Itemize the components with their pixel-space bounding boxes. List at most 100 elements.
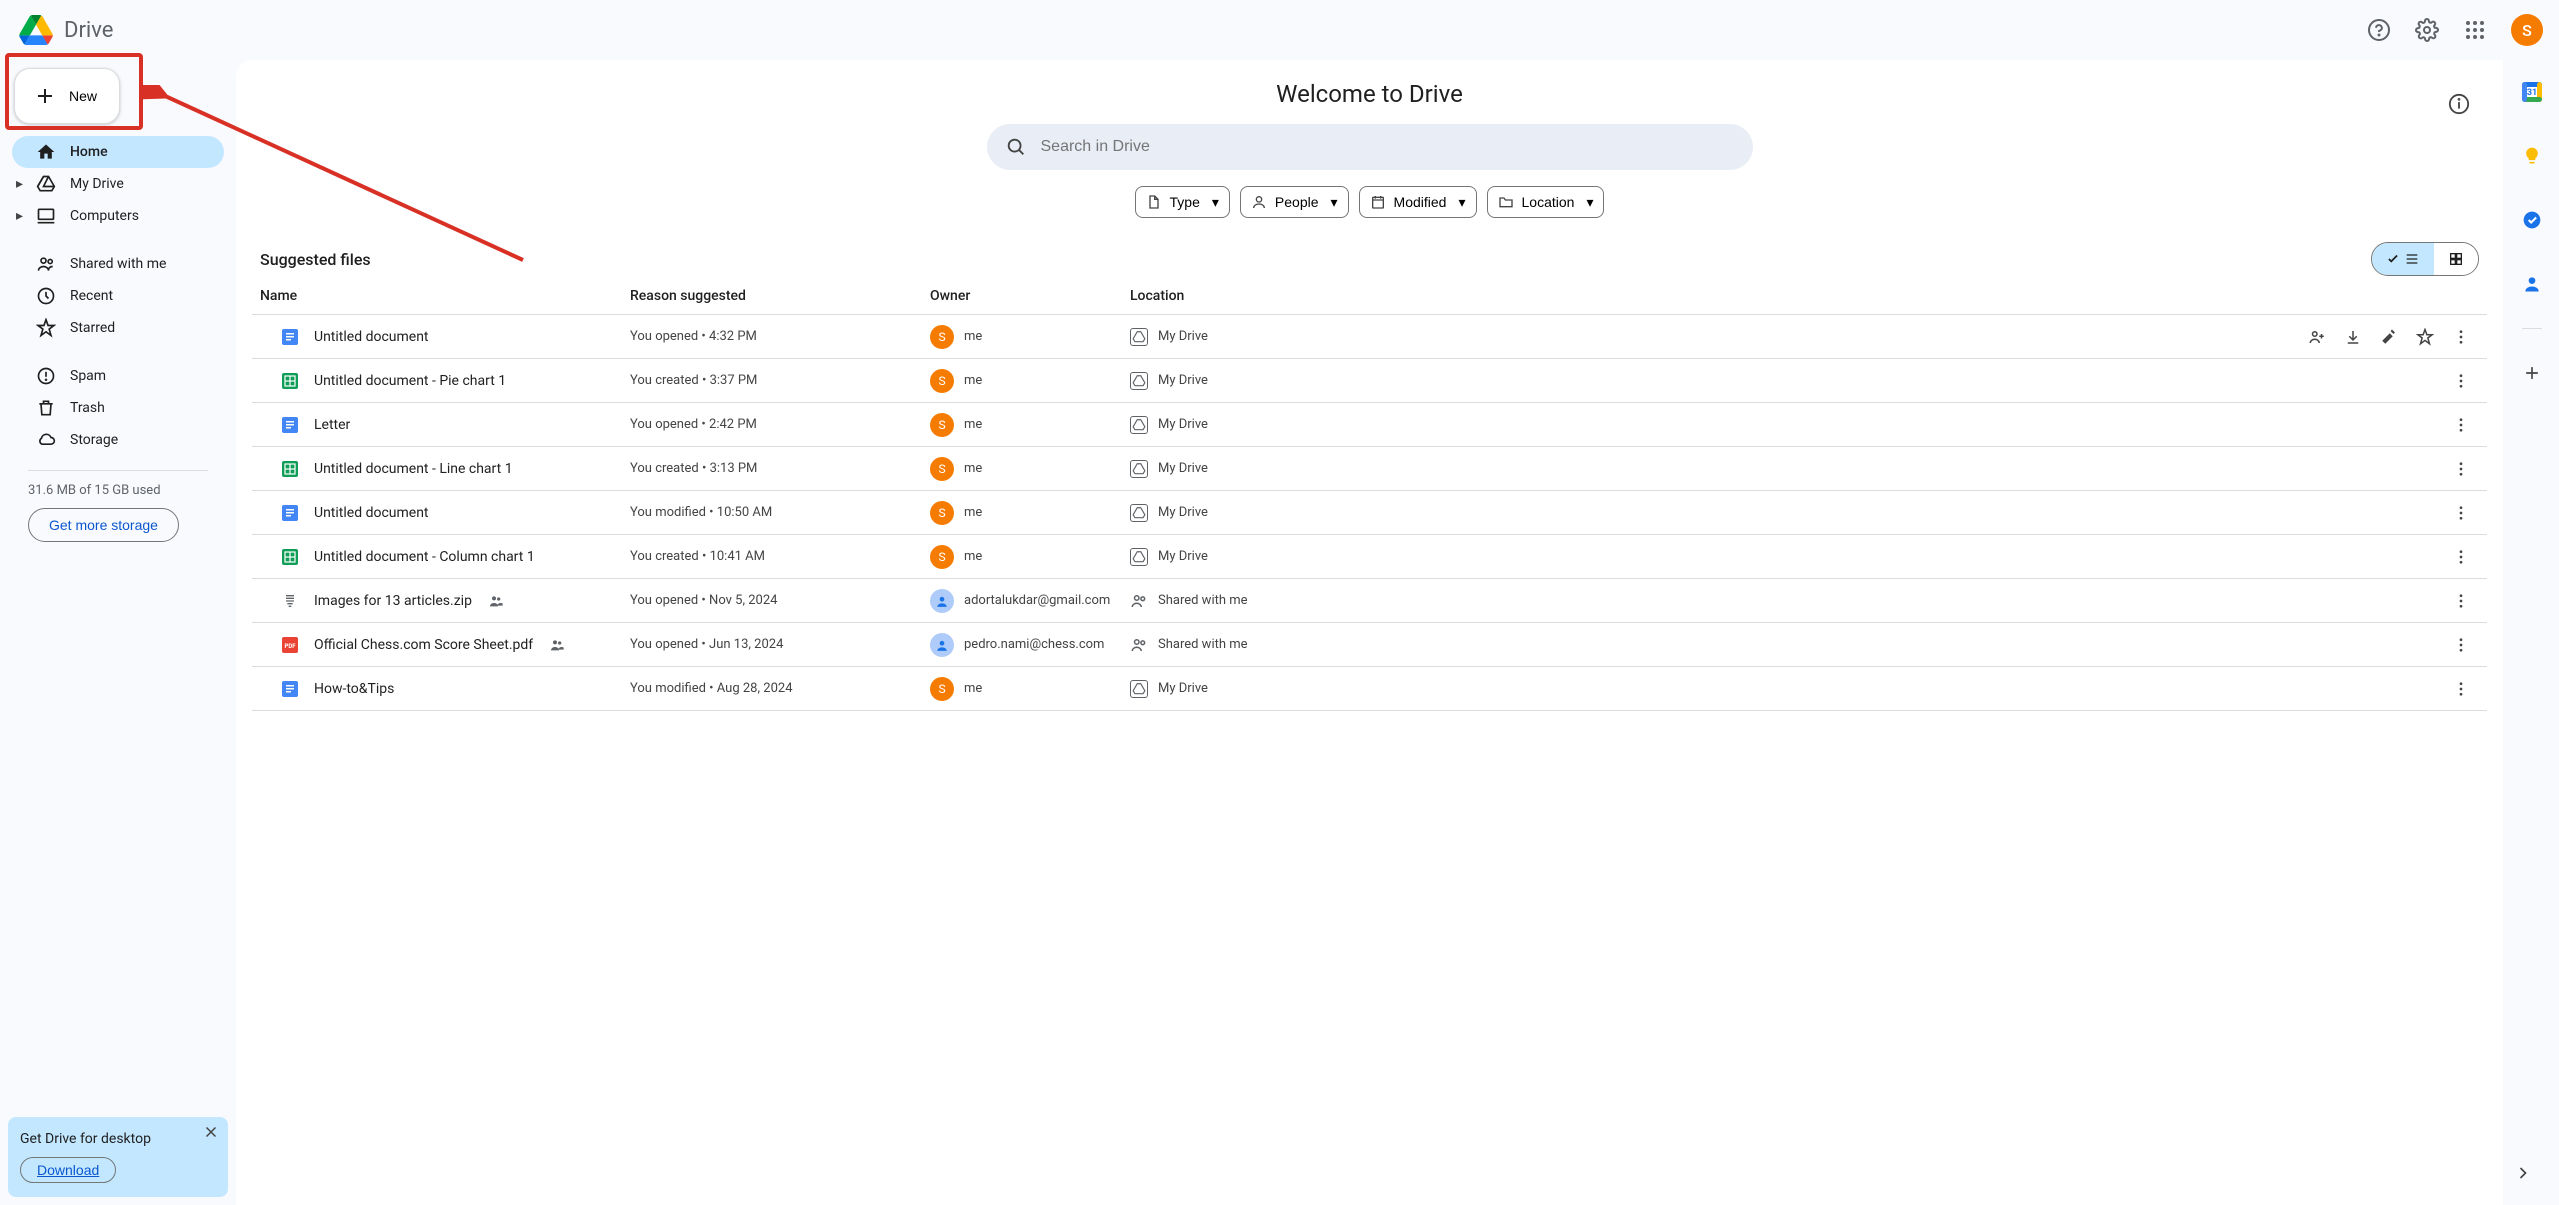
sidebar-item-recent[interactable]: Recent bbox=[12, 280, 224, 312]
support-icon[interactable] bbox=[2359, 10, 2399, 50]
close-icon[interactable] bbox=[202, 1123, 220, 1141]
column-reason[interactable]: Reason suggested bbox=[630, 288, 930, 304]
file-name: Untitled document bbox=[314, 505, 429, 521]
file-reason: You opened • Nov 5, 2024 bbox=[630, 593, 930, 608]
add-app-icon[interactable] bbox=[2512, 353, 2552, 393]
cloud-icon bbox=[36, 430, 56, 450]
more-icon[interactable] bbox=[2443, 671, 2479, 707]
svg-text:31: 31 bbox=[2526, 88, 2536, 98]
chip-location[interactable]: Location ▾ bbox=[1487, 186, 1605, 218]
download-icon[interactable] bbox=[2335, 319, 2371, 355]
drive-logo-icon bbox=[16, 10, 56, 50]
collapse-panel-icon[interactable] bbox=[2503, 1153, 2543, 1193]
sidebar-item-spam[interactable]: Spam bbox=[12, 360, 224, 392]
file-reason: You opened • Jun 13, 2024 bbox=[630, 637, 930, 652]
drive-icon bbox=[36, 174, 56, 194]
sidebar-item-computers[interactable]: ▸ Computers bbox=[12, 200, 224, 232]
settings-icon[interactable] bbox=[2407, 10, 2447, 50]
file-row[interactable]: Untitled document - Column chart 1You cr… bbox=[252, 535, 2487, 579]
chip-modified[interactable]: Modified ▾ bbox=[1359, 186, 1477, 218]
file-reason: You created • 3:37 PM bbox=[630, 373, 930, 388]
keep-app-icon[interactable] bbox=[2512, 136, 2552, 176]
file-reason: You opened • 2:42 PM bbox=[630, 417, 930, 432]
check-icon bbox=[2386, 252, 2400, 266]
search-icon bbox=[1005, 136, 1027, 158]
file-type-icon bbox=[282, 373, 298, 389]
column-location[interactable]: Location bbox=[1130, 288, 2299, 304]
sidebar-item-starred[interactable]: Starred bbox=[12, 312, 224, 344]
file-type-icon bbox=[282, 461, 298, 477]
drive-location-icon bbox=[1130, 372, 1148, 390]
sidebar-item-storage[interactable]: Storage bbox=[12, 424, 224, 456]
file-reason: You modified • Aug 28, 2024 bbox=[630, 681, 930, 696]
get-storage-button[interactable]: Get more storage bbox=[28, 508, 179, 542]
chevron-right-icon[interactable]: ▸ bbox=[16, 208, 32, 224]
sidebar-label: Recent bbox=[70, 288, 113, 304]
file-row[interactable]: LetterYou opened • 2:42 PMSmeMy Drive bbox=[252, 403, 2487, 447]
search-box[interactable] bbox=[987, 124, 1753, 170]
drive-logo-area[interactable]: Drive bbox=[16, 10, 113, 50]
share-icon[interactable] bbox=[2299, 319, 2335, 355]
edit-icon[interactable] bbox=[2371, 319, 2407, 355]
more-icon[interactable] bbox=[2443, 451, 2479, 487]
more-icon[interactable] bbox=[2443, 495, 2479, 531]
more-icon[interactable] bbox=[2443, 539, 2479, 575]
tasks-app-icon[interactable] bbox=[2512, 200, 2552, 240]
chip-type[interactable]: Type ▾ bbox=[1135, 186, 1230, 218]
file-row[interactable]: Untitled document - Pie chart 1You creat… bbox=[252, 359, 2487, 403]
list-view-button[interactable] bbox=[2372, 243, 2434, 275]
file-row[interactable]: How-to&TipsYou modified • Aug 28, 2024Sm… bbox=[252, 667, 2487, 711]
sidebar-item-mydrive[interactable]: ▸ My Drive bbox=[12, 168, 224, 200]
more-icon[interactable] bbox=[2443, 407, 2479, 443]
welcome-heading: Welcome to Drive bbox=[252, 80, 2487, 108]
more-icon[interactable] bbox=[2443, 363, 2479, 399]
drive-location-icon bbox=[1130, 460, 1148, 478]
chip-label: Type bbox=[1170, 194, 1200, 210]
shared-icon bbox=[36, 254, 56, 274]
search-input[interactable] bbox=[1041, 138, 1735, 156]
table-header: Name Reason suggested Owner Location bbox=[252, 288, 2487, 315]
file-row[interactable]: Untitled documentYou opened • 4:32 PMSme… bbox=[252, 315, 2487, 359]
side-panel: 31 bbox=[2503, 60, 2559, 1205]
drive-location-icon bbox=[1130, 416, 1148, 434]
column-name[interactable]: Name bbox=[260, 288, 630, 304]
sidebar-label: Starred bbox=[70, 320, 115, 336]
sidebar-label: Computers bbox=[70, 208, 139, 224]
file-name: Untitled document bbox=[314, 329, 429, 345]
calendar-app-icon[interactable]: 31 bbox=[2512, 72, 2552, 112]
download-button[interactable]: Download bbox=[20, 1157, 116, 1183]
sidebar-item-home[interactable]: Home bbox=[12, 136, 224, 168]
file-row[interactable]: Untitled document - Line chart 1You crea… bbox=[252, 447, 2487, 491]
sidebar-item-trash[interactable]: Trash bbox=[12, 392, 224, 424]
file-type-icon: PDF bbox=[282, 637, 298, 653]
file-row[interactable]: PDFOfficial Chess.com Score Sheet.pdfYou… bbox=[252, 623, 2487, 667]
owner-avatar: S bbox=[930, 501, 954, 525]
info-icon[interactable] bbox=[2439, 84, 2479, 124]
divider bbox=[28, 470, 208, 471]
home-icon bbox=[36, 142, 56, 162]
account-avatar[interactable]: S bbox=[2511, 14, 2543, 46]
chip-people[interactable]: People ▾ bbox=[1240, 186, 1349, 218]
apps-grid-icon[interactable] bbox=[2455, 10, 2495, 50]
sidebar: New Home ▸ My Drive ▸ Computers Shared w… bbox=[0, 60, 236, 1205]
more-icon[interactable] bbox=[2443, 319, 2479, 355]
contacts-app-icon[interactable] bbox=[2512, 264, 2552, 304]
more-icon[interactable] bbox=[2443, 583, 2479, 619]
star-icon[interactable] bbox=[2407, 319, 2443, 355]
chip-label: Modified bbox=[1394, 194, 1447, 210]
spam-icon bbox=[36, 366, 56, 386]
chevron-right-icon[interactable]: ▸ bbox=[16, 176, 32, 192]
sidebar-item-shared[interactable]: Shared with me bbox=[12, 248, 224, 280]
new-button[interactable]: New bbox=[14, 68, 120, 124]
file-reason: You created • 10:41 AM bbox=[630, 549, 930, 564]
file-row[interactable]: Untitled documentYou modified • 10:50 AM… bbox=[252, 491, 2487, 535]
column-owner[interactable]: Owner bbox=[930, 288, 1130, 304]
more-icon[interactable] bbox=[2443, 627, 2479, 663]
owner-avatar: S bbox=[930, 545, 954, 569]
file-location: My Drive bbox=[1158, 417, 1208, 432]
app-header: Drive S bbox=[0, 0, 2559, 60]
file-row[interactable]: Images for 13 articles.zipYou opened • N… bbox=[252, 579, 2487, 623]
file-owner: me bbox=[964, 461, 982, 476]
file-type-icon bbox=[282, 417, 298, 433]
grid-view-button[interactable] bbox=[2434, 243, 2478, 275]
